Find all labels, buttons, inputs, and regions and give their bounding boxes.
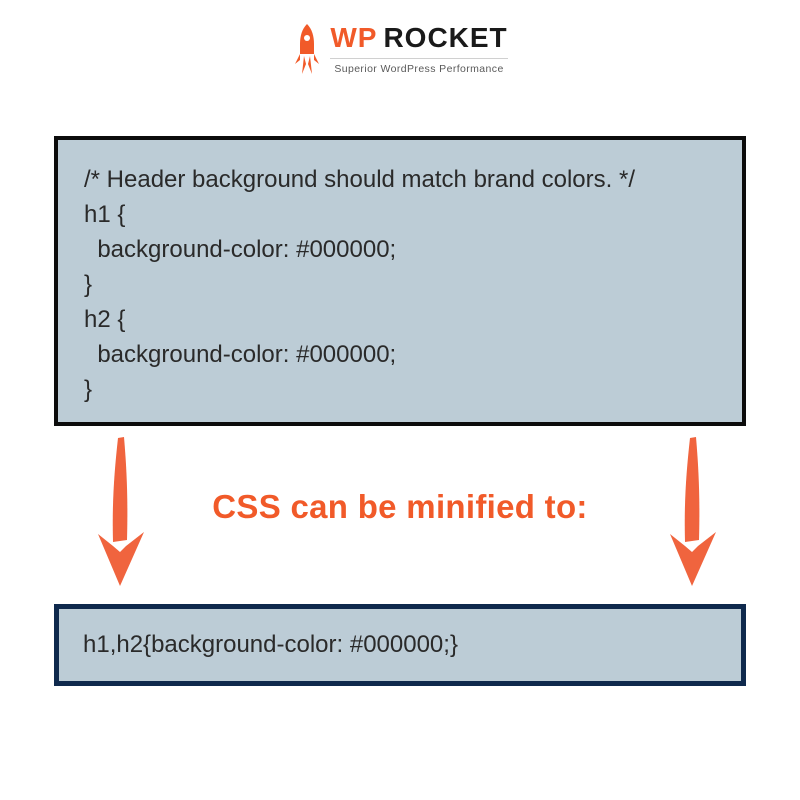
arrow-down-icon — [94, 434, 148, 595]
code-minified-text: h1,h2{background-color: #000000;} — [83, 631, 458, 659]
logo-text-wp: WP — [330, 24, 377, 52]
arrow-down-icon — [666, 434, 720, 595]
logo-tagline: Superior WordPress Performance — [330, 58, 507, 75]
code-block-minified: h1,h2{background-color: #000000;} — [54, 604, 746, 686]
code-original-text: /* Header background should match brand … — [84, 162, 716, 407]
wp-rocket-logo: WP ROCKET Superior WordPress Performance — [265, 24, 535, 81]
code-block-original: /* Header background should match brand … — [54, 136, 746, 426]
minify-caption: CSS can be minified to: — [212, 488, 587, 526]
rocket-icon — [292, 24, 322, 81]
logo-text-rocket: ROCKET — [383, 24, 507, 52]
